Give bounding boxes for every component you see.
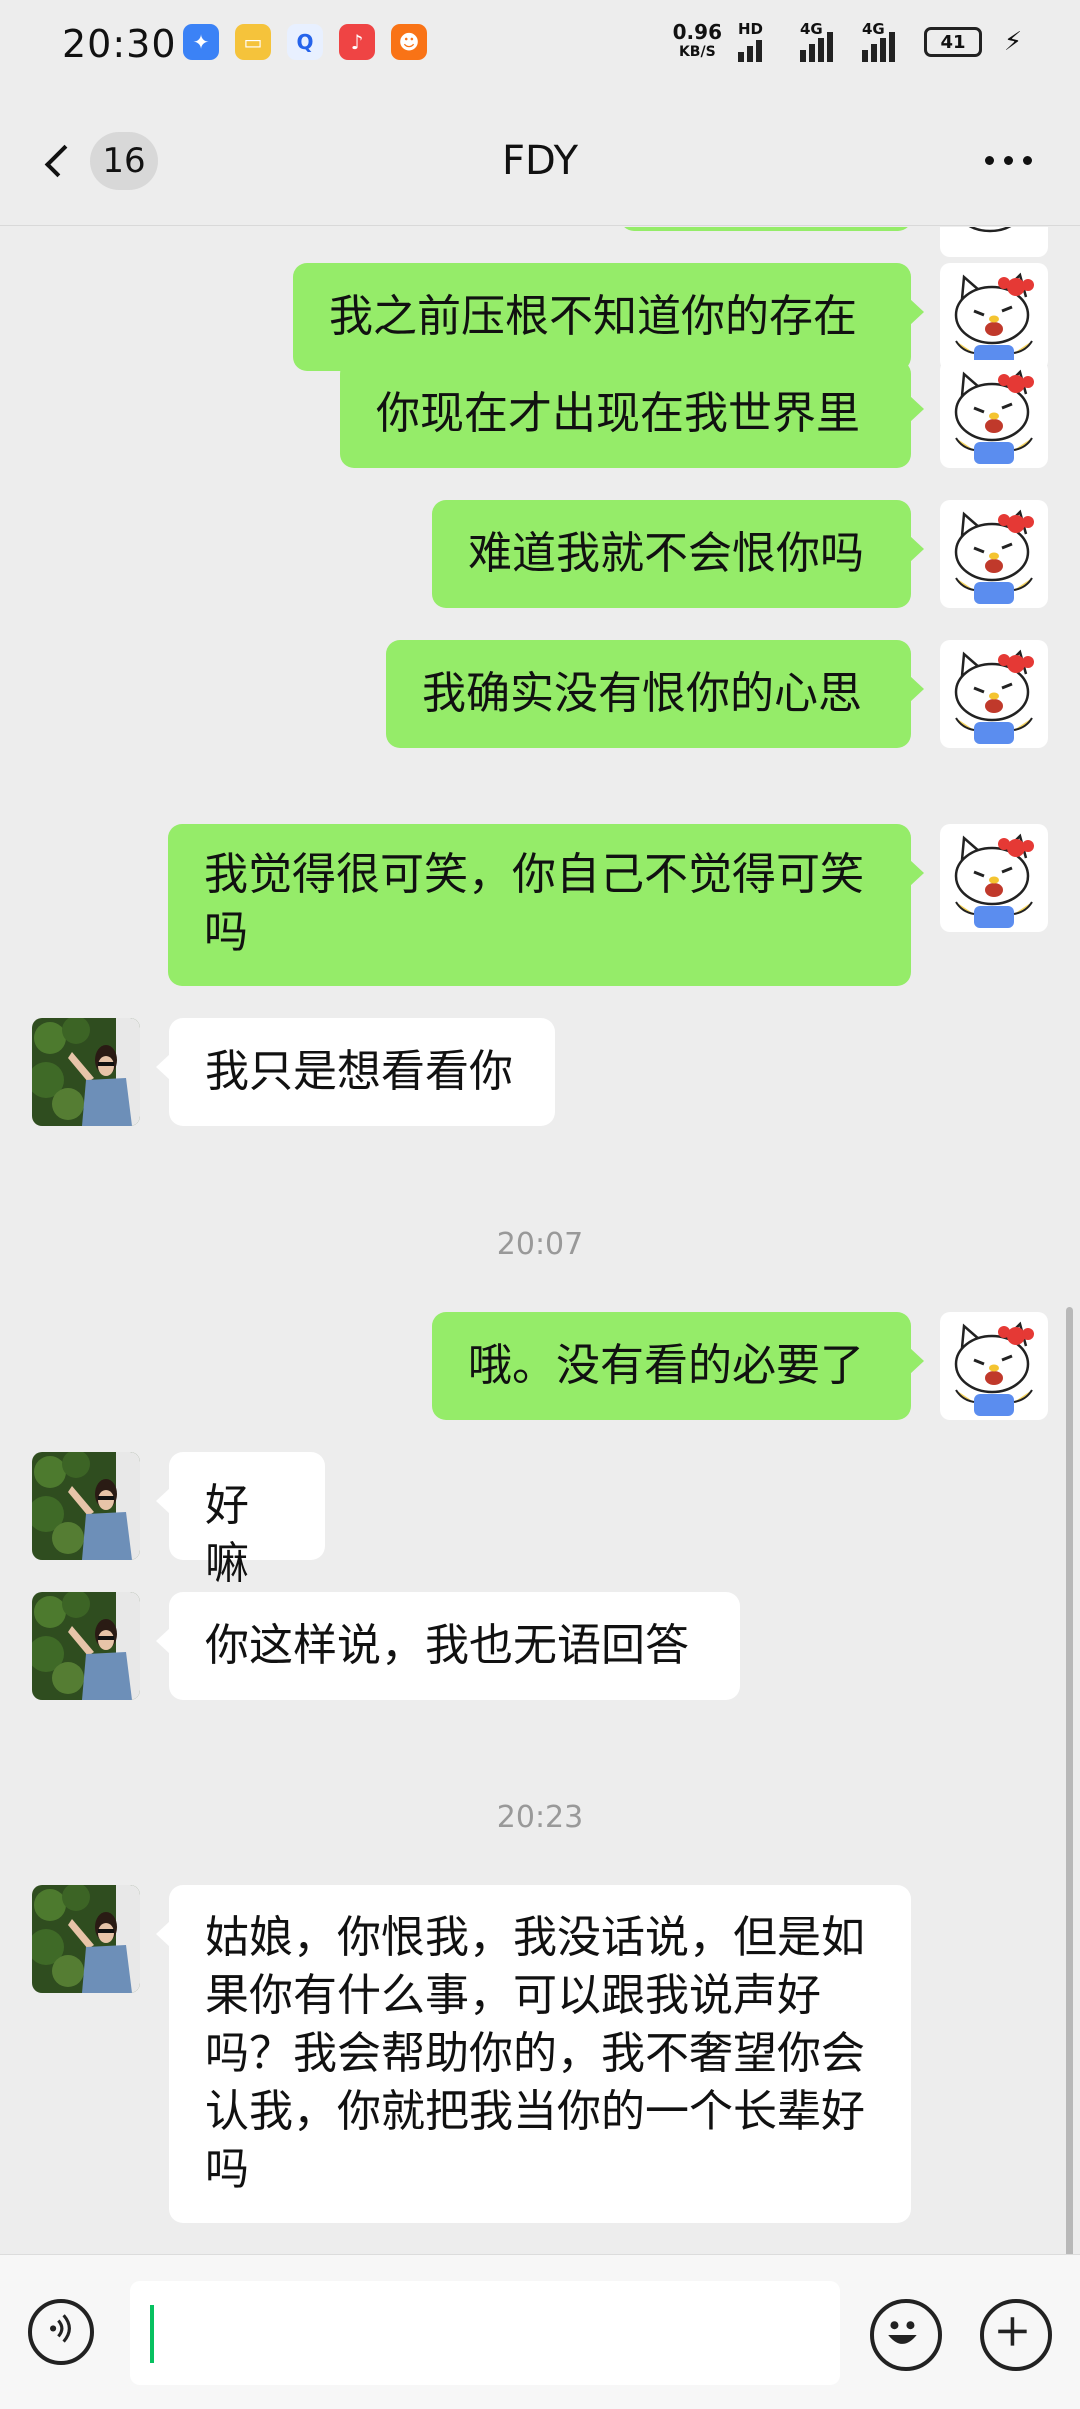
message-input[interactable] — [130, 2281, 840, 2385]
hello-kitty-avatar-icon — [940, 1312, 1048, 1420]
my-avatar[interactable] — [940, 1312, 1048, 1420]
chat-scrollbar[interactable] — [1066, 1307, 1073, 2254]
signal-1-icon: 4G — [800, 20, 846, 62]
hello-kitty-avatar-icon — [940, 640, 1048, 748]
contact-photo-icon — [32, 1885, 140, 1993]
status-app-icons: ✦ ▭ Q ♪ ☻ — [183, 24, 427, 60]
emoji-icon — [888, 2321, 917, 2344]
my-avatar[interactable] — [940, 824, 1048, 932]
voice-icon — [50, 2314, 71, 2343]
message-bubble[interactable]: 哦。没有看的必要了 — [432, 1312, 924, 1420]
battery-icon: 41 — [924, 27, 982, 57]
message-bubble[interactable]: 姑娘，你恨我，我没话说，但是如 果你有什么事，可以跟我说声好 吗？我会帮助你的，… — [156, 1885, 911, 2223]
message-bubble[interactable]: 好嘛 — [156, 1452, 325, 1589]
my-avatar[interactable] — [940, 227, 1048, 257]
emoji-button[interactable] — [870, 2299, 942, 2371]
hello-kitty-avatar-icon — [940, 263, 1048, 371]
battery-level: 41 — [940, 31, 966, 53]
my-avatar[interactable] — [940, 500, 1048, 608]
app-notes-icon: ▭ — [235, 24, 271, 60]
charging-icon: ⚡ — [1003, 27, 1023, 57]
input-bar — [0, 2254, 1080, 2409]
status-time: 20:30 — [62, 22, 177, 66]
chat-title: FDY — [501, 138, 579, 184]
my-avatar[interactable] — [940, 640, 1048, 748]
app-video-icon: ☻ — [391, 24, 427, 60]
status-bar: 20:30 ✦ ▭ Q ♪ ☻ 0.96 KB/S HD 4G 4G 41 ⚡ — [0, 0, 1080, 100]
status-indicators: 0.96 KB/S HD 4G 4G 41 ⚡ — [672, 20, 1028, 62]
voice-button[interactable] — [28, 2299, 94, 2365]
message-bubble[interactable]: 我觉得很可笑，你自己不觉得可笑 吗 — [168, 824, 924, 986]
contact-avatar[interactable] — [32, 1885, 140, 1993]
more-button[interactable] — [985, 156, 1032, 165]
text-cursor — [150, 2305, 154, 2363]
message-timestamp: 20:07 — [496, 1227, 584, 1262]
chat-header: 16 FDY — [0, 100, 1080, 226]
hd-wifi-icon: HD — [738, 20, 784, 62]
plus-icon — [998, 2317, 1027, 2346]
hello-kitty-avatar-icon — [940, 824, 1048, 932]
partial-message-bubble[interactable] — [620, 227, 912, 231]
contact-avatar[interactable] — [32, 1452, 140, 1560]
message-bubble[interactable]: 难道我就不会恨你吗 — [432, 500, 924, 608]
my-avatar[interactable] — [940, 360, 1048, 468]
message-bubble[interactable]: 我只是想看看你 — [156, 1018, 555, 1126]
more-dots-icon — [985, 156, 994, 165]
contact-avatar[interactable] — [32, 1592, 140, 1700]
message-bubble[interactable]: 你这样说，我也无语回答 — [156, 1592, 740, 1700]
net-speed: 0.96 KB/S — [672, 20, 722, 60]
message-timestamp: 20:23 — [496, 1800, 584, 1835]
contact-photo-icon — [32, 1592, 140, 1700]
message-bubble[interactable]: 我之前压根不知道你的存在 — [293, 263, 924, 371]
message-bubble[interactable]: 你现在才出现在我世界里 — [340, 360, 924, 468]
my-avatar[interactable] — [940, 263, 1048, 371]
chat-area[interactable]: 我之前压根不知道你的存在 你现在才出现在我世界里 难道我就不会恨你吗 我确实没有… — [0, 227, 1080, 2254]
hello-kitty-avatar-icon — [940, 227, 1048, 257]
signal-2-icon: 4G — [862, 20, 908, 62]
app-search-icon: Q — [287, 24, 323, 60]
header-divider — [0, 225, 1080, 226]
hello-kitty-avatar-icon — [940, 360, 1048, 468]
contact-photo-icon — [32, 1452, 140, 1560]
hello-kitty-avatar-icon — [940, 500, 1048, 608]
contact-avatar[interactable] — [32, 1018, 140, 1126]
message-bubble[interactable]: 我确实没有恨你的心思 — [386, 640, 924, 748]
app-feather-icon: ✦ — [183, 24, 219, 60]
plus-button[interactable] — [980, 2299, 1052, 2371]
contact-photo-icon — [32, 1018, 140, 1126]
app-music-icon: ♪ — [339, 24, 375, 60]
